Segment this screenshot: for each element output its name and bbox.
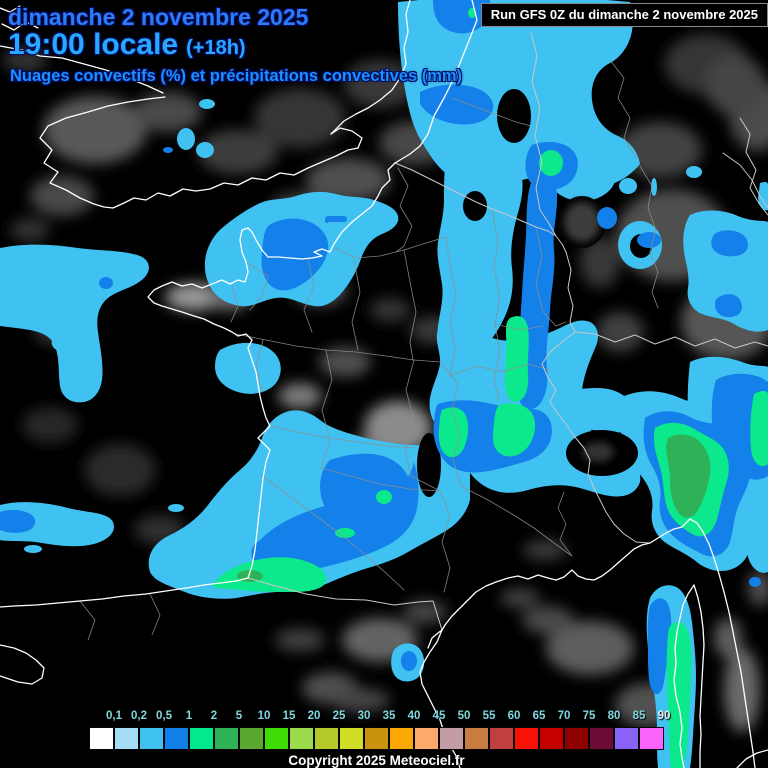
legend-cell: [214, 727, 239, 750]
legend-label: 85: [632, 710, 646, 722]
map-subtitle: Nuages convectifs (%) et précipitations …: [10, 67, 463, 85]
legend-label: 15: [282, 710, 296, 722]
legend-label: 65: [532, 710, 546, 722]
legend-cell: [264, 727, 289, 750]
legend-cell: [464, 727, 489, 750]
legend-label: 25: [332, 710, 346, 722]
legend-label: 90: [657, 710, 671, 722]
legend-cell: [189, 727, 214, 750]
legend-cell: [589, 727, 614, 750]
weather-map-page: dimanche 2 novembre 2025 19:00 locale (+1…: [0, 0, 768, 768]
legend-cell: [439, 727, 464, 750]
legend-cell: [489, 727, 514, 750]
legend-cell: [89, 727, 114, 750]
legend-cell: [164, 727, 189, 750]
legend-label: 5: [235, 710, 243, 722]
legend-label: 45: [432, 710, 446, 722]
legend-cell: [564, 727, 589, 750]
legend-cell: [639, 727, 664, 750]
legend-label: 50: [457, 710, 471, 722]
legend-cell: [364, 727, 389, 750]
legend-scale: 0,1 0,2 0,5 1 2 5 10 15 20 25 30 35 40 45 50 55 60 65 70 75…: [89, 710, 670, 768]
legend-cell: [389, 727, 414, 750]
legend-label: 60: [507, 710, 521, 722]
legend-cell: [314, 727, 339, 750]
legend-cell: [414, 727, 439, 750]
legend-label: 1: [185, 710, 193, 722]
legend-label: 75: [582, 710, 596, 722]
legend-cell: [239, 727, 264, 750]
legend-label: 30: [357, 710, 371, 722]
legend-label: 0,5: [156, 710, 172, 722]
date-label: dimanche 2 novembre 2025: [8, 4, 309, 30]
legend-cells: [89, 727, 664, 750]
time-label: 19:00 locale (+18h): [8, 28, 246, 62]
legend-cell: [614, 727, 639, 750]
legend-labels: 0,1 0,2 0,5 1 2 5 10 15 20 25 30 35 40 45 50 55 60 65 70 75…: [89, 710, 670, 726]
legend-label: 2: [210, 710, 218, 722]
legend-cell: [114, 727, 139, 750]
legend-cell: [139, 727, 164, 750]
legend-cell: [514, 727, 539, 750]
copyright-label: Copyright 2025 Meteociel.fr: [288, 753, 465, 768]
time-value: 19:00 locale: [8, 28, 179, 61]
run-info-box: Run GFS 0Z du dimanche 2 novembre 2025: [480, 3, 768, 27]
legend-cell: [339, 727, 364, 750]
legend-label: 80: [607, 710, 621, 722]
legend-label: 35: [382, 710, 396, 722]
legend-label: 70: [557, 710, 571, 722]
legend-cell: [289, 727, 314, 750]
legend-label: 55: [482, 710, 496, 722]
legend-label: 0,1: [106, 710, 122, 722]
legend-label: 40: [407, 710, 421, 722]
weather-map: [0, 0, 768, 768]
forecast-offset-label: (+18h): [186, 37, 246, 59]
legend-label: 0,2: [131, 710, 147, 722]
legend-label: 20: [307, 710, 321, 722]
legend-label: 10: [257, 710, 271, 722]
legend-cell: [539, 727, 564, 750]
